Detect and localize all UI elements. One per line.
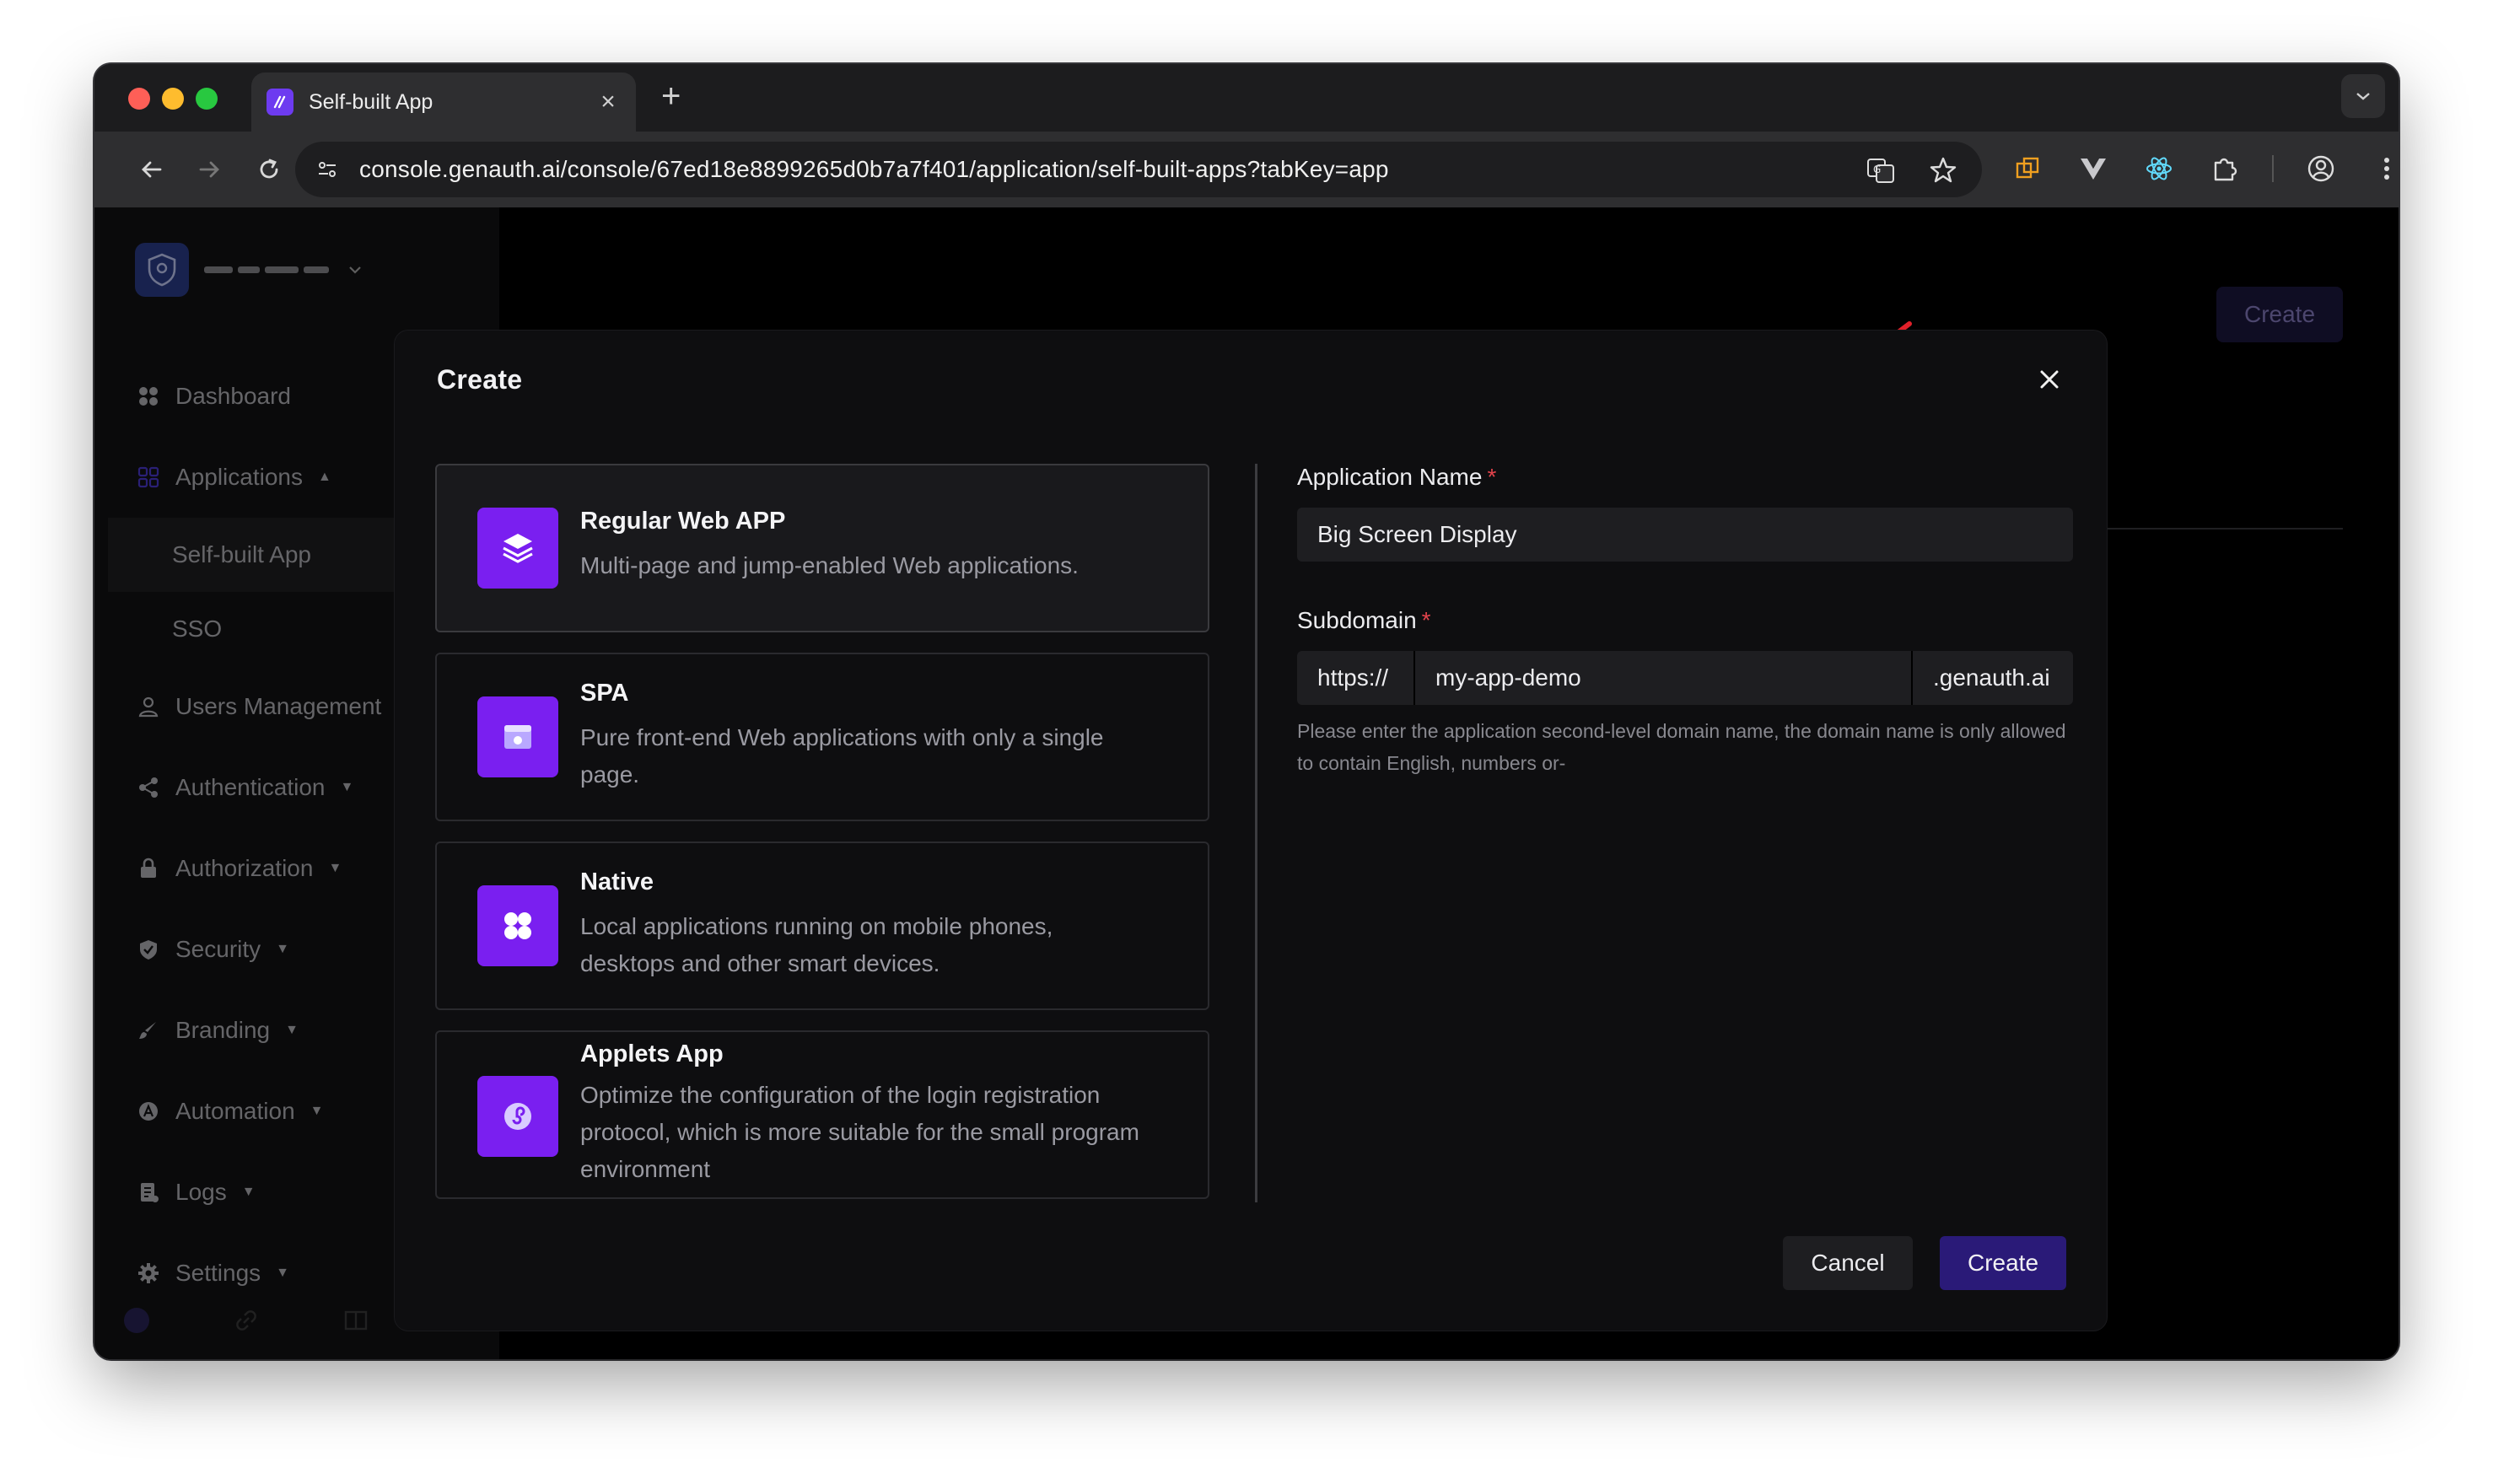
app-type-title: Applets App [580, 1040, 724, 1067]
app-type-card-spa[interactable]: SPA Pure front-end Web applications with… [435, 653, 1209, 821]
tab-title: Self-built App [309, 89, 433, 114]
modal-divider [1255, 464, 1257, 1202]
puzzle-extensions-icon[interactable] [2206, 150, 2243, 187]
extension-window-icon[interactable] [2009, 150, 2046, 187]
app-type-description: Local applications running on mobile pho… [580, 913, 1053, 976]
maximize-window-button[interactable] [196, 88, 218, 110]
modal-title: Create [437, 364, 523, 395]
svg-text:G: G [1873, 164, 1881, 175]
modal-footer: Cancel Create [1783, 1236, 2066, 1290]
chevron-down-icon [2356, 93, 2370, 100]
site-settings-icon[interactable] [310, 153, 344, 186]
subdomain-label: Subdomain * [1297, 607, 2073, 634]
app-type-card-native[interactable]: Native Local applications running on mob… [435, 841, 1209, 1010]
close-window-button[interactable] [128, 88, 150, 110]
grid-icon [477, 885, 558, 966]
app-type-title: Native [580, 868, 654, 895]
app-type-card-applets[interactable]: Applets App Optimize the configuration o… [435, 1030, 1209, 1199]
reload-button[interactable] [250, 150, 288, 189]
kebab-menu-icon[interactable] [2368, 150, 2399, 187]
translate-icon[interactable]: G [1862, 152, 1899, 189]
minimize-window-button[interactable] [162, 88, 184, 110]
toolbar-separator [2272, 155, 2274, 182]
browser-toolbar: console.genauth.ai/console/67ed18e889926… [94, 132, 2399, 207]
tab-close-icon[interactable]: × [595, 88, 621, 116]
browser-tab[interactable]: Self-built App × [251, 73, 636, 132]
reload-icon [260, 159, 278, 179]
bookmark-star-icon[interactable] [1925, 152, 1962, 189]
subdomain-prefix: https:// [1297, 651, 1415, 705]
subdomain-suffix: .genauth.ai [1933, 664, 2050, 691]
app-type-card-regular-web[interactable]: Regular Web APP Multi-page and jump-enab… [435, 464, 1209, 632]
close-icon[interactable] [2034, 364, 2065, 395]
extensions-area [2009, 150, 2399, 187]
vue-devtools-icon[interactable] [2075, 150, 2112, 187]
layers-icon [477, 508, 558, 589]
app-type-description: Pure front-end Web applications with onl… [580, 724, 1104, 788]
forward-button[interactable] [191, 150, 229, 189]
address-bar[interactable]: console.genauth.ai/console/67ed18e889926… [295, 142, 1982, 197]
create-app-modal: Create Regular Web APP Multi-page and ju… [395, 331, 2107, 1331]
app-name-label-text: Application Name [1297, 464, 1483, 490]
subdomain-input[interactable]: my-app-demo [1415, 651, 1913, 705]
react-devtools-icon[interactable] [2140, 150, 2178, 187]
app-name-input[interactable]: Big Screen Display [1297, 508, 2073, 562]
url-text[interactable]: console.genauth.ai/console/67ed18e889926… [359, 156, 1389, 183]
applet-icon [477, 1076, 558, 1157]
page-content: Dashboard Applications ▲ Self-built App … [94, 207, 2399, 1359]
tab-bar: Self-built App × + [94, 64, 2399, 132]
subdomain-input-group: https:// my-app-demo .genauth.ai [1297, 651, 2073, 705]
app-type-title: SPA [580, 680, 629, 707]
new-tab-button[interactable]: + [661, 79, 681, 113]
browser-window: Self-built App × + console.genauth.ai/co… [94, 64, 2399, 1359]
app-type-description: Optimize the configuration of the login … [580, 1082, 1139, 1182]
subdomain-label-text: Subdomain [1297, 607, 1417, 633]
subdomain-help-text: Please enter the application second-leve… [1297, 720, 2066, 774]
tab-search-button[interactable] [2341, 74, 2385, 118]
arrow-right-icon [199, 161, 219, 178]
create-app-form: Application Name * Big Screen Display Su… [1297, 464, 2073, 779]
arrow-left-icon [142, 161, 162, 178]
required-mark: * [1487, 464, 1497, 490]
app-name-label: Application Name * [1297, 464, 2073, 491]
app-type-title: Regular Web APP [580, 508, 786, 535]
required-mark: * [1421, 607, 1431, 633]
profile-avatar-icon[interactable] [2302, 150, 2340, 187]
app-type-description: Multi-page and jump-enabled Web applicat… [580, 552, 1079, 578]
genauth-favicon-icon [267, 89, 293, 116]
create-button[interactable]: Create [1940, 1236, 2066, 1290]
app-type-list: Regular Web APP Multi-page and jump-enab… [435, 464, 1209, 1219]
back-button[interactable] [132, 150, 170, 189]
cancel-button[interactable]: Cancel [1783, 1236, 1913, 1290]
browser-window-icon [477, 696, 558, 777]
